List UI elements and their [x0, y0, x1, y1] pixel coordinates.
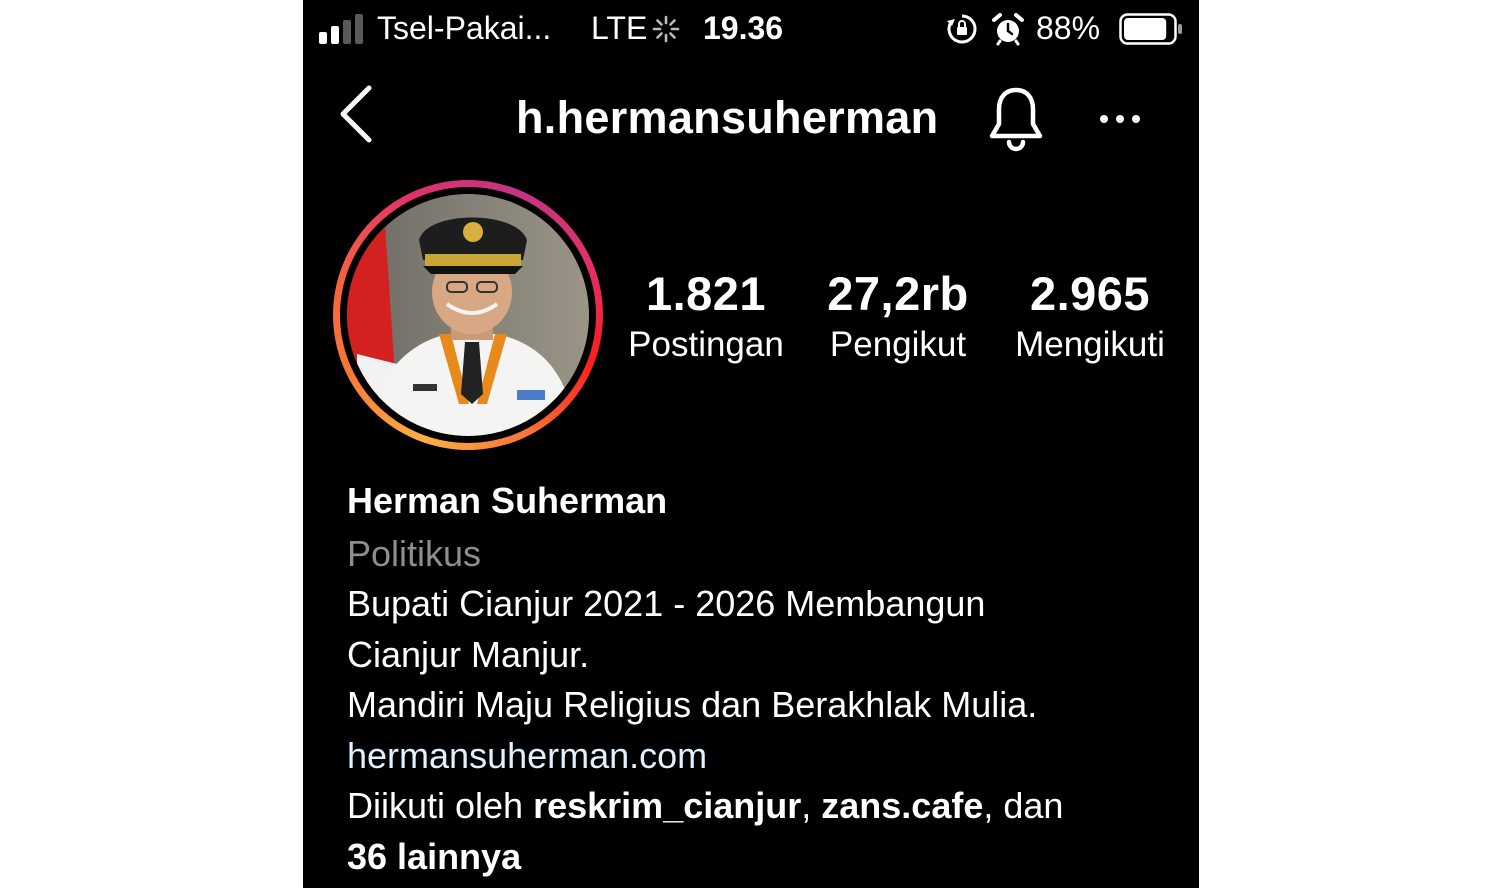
posts-label: Postingan — [628, 325, 784, 364]
story-avatar[interactable] — [333, 180, 603, 450]
profile-category: Politikus — [347, 532, 482, 574]
display-name: Herman Suherman — [347, 480, 668, 521]
following-count: 2.965 — [1029, 267, 1151, 320]
followed-by[interactable]: Diikuti oleh reskrim_cianjur, zans.cafe,… — [347, 781, 1177, 832]
followed-by-separator: , — [801, 785, 822, 826]
followers-count: 27,2rb — [827, 267, 969, 320]
clock-time: 19.36 — [703, 10, 784, 46]
website-link[interactable]: hermansuherman.com — [347, 731, 1177, 782]
carrier-name: Tsel-Pakai... — [377, 10, 552, 46]
followed-by-others-line[interactable]: 36 lainnya — [347, 832, 1177, 883]
followers-stat[interactable]: 27,2rb Pengikut — [813, 266, 983, 365]
mutual-follower-1[interactable]: reskrim_cianjur — [533, 785, 801, 826]
bio-line: Mandiri Maju Religius dan Berakhlak Muli… — [347, 684, 1038, 725]
loading-spinner-icon — [652, 15, 680, 43]
bell-icon[interactable] — [986, 84, 1046, 152]
followers-label: Pengikut — [829, 325, 967, 364]
bio-line: Bupati Cianjur 2021 - 2026 Membangun — [347, 583, 986, 624]
status-bar: Tsel-Pakai... LTE 19.36 88% — [303, 0, 1199, 58]
mutual-followers-others[interactable]: 36 lainnya — [347, 836, 521, 877]
mutual-follower-2[interactable]: zans.cafe — [821, 785, 983, 826]
alarm-icon — [992, 13, 1024, 46]
profile-bio: Herman Suherman Politikus Bupati Cianjur… — [347, 476, 1177, 882]
battery-icon — [1119, 13, 1182, 45]
bio-line: Cianjur Manjur. — [347, 633, 590, 675]
following-label: Mengikuti — [1015, 325, 1165, 364]
back-chevron-icon[interactable] — [335, 82, 379, 146]
followed-by-conjunction: , dan — [983, 785, 1064, 826]
instagram-profile-screen: Tsel-Pakai... LTE 19.36 88% h.hermansuhe… — [303, 0, 1199, 888]
followed-by-prefix: Diikuti oleh — [347, 785, 534, 826]
network-type: LTE — [591, 10, 648, 46]
posts-count: 1.821 — [645, 267, 767, 320]
battery-percentage: 88% — [1036, 10, 1101, 46]
avatar-photo — [347, 194, 589, 436]
posts-stat[interactable]: 1.821 Postingan — [615, 266, 797, 365]
signal-strength-icon — [319, 14, 369, 44]
rotation-lock-icon — [947, 14, 977, 44]
profile-username: h.hermansuherman — [516, 92, 939, 143]
following-stat[interactable]: 2.965 Mengikuti — [1001, 266, 1179, 365]
more-options-icon[interactable] — [1096, 104, 1144, 134]
